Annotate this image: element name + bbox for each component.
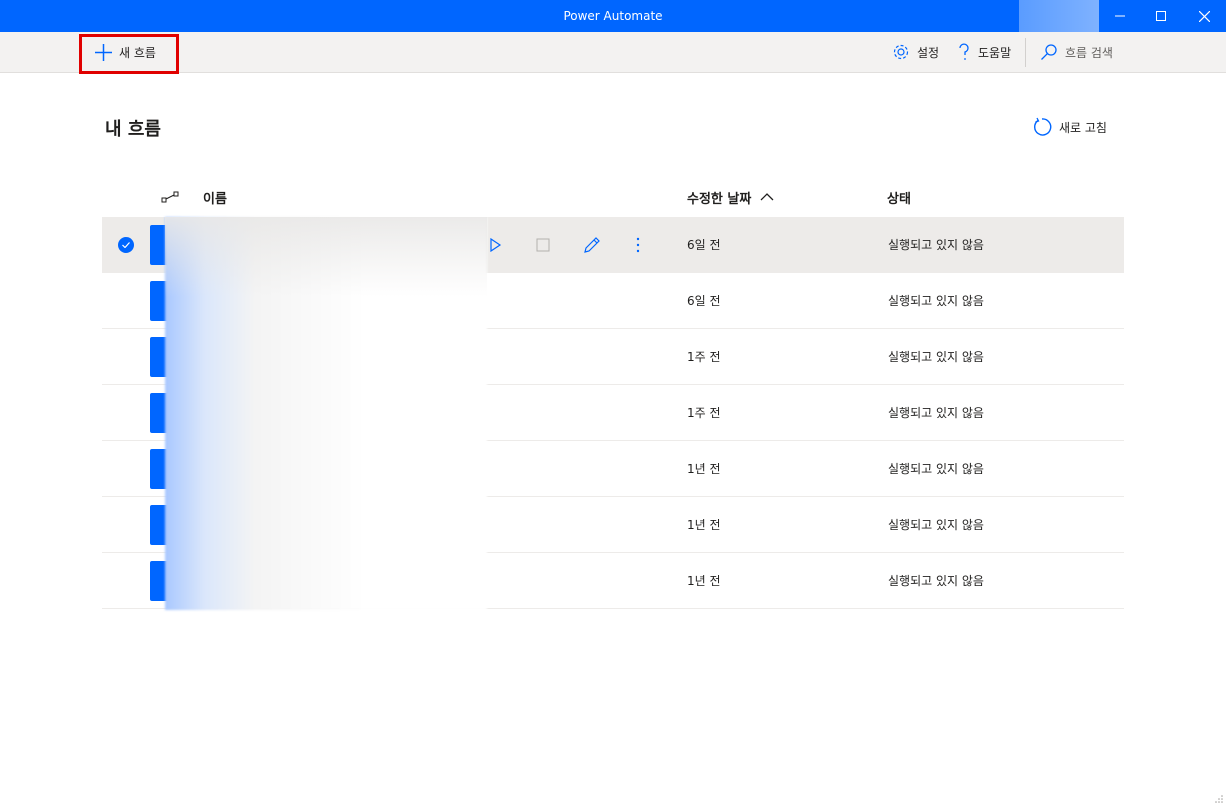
search-flows-input[interactable]: 흐름 검색: [1040, 32, 1113, 72]
status-text: 실행되고 있지 않음: [888, 294, 984, 308]
play-icon: [490, 238, 502, 252]
close-icon: [1198, 10, 1210, 22]
modified-date: 1주 전: [687, 350, 721, 364]
close-button[interactable]: [1183, 0, 1225, 32]
stop-button[interactable]: [536, 217, 550, 273]
status-text: 실행되고 있지 않음: [888, 406, 984, 420]
edit-button[interactable]: [583, 217, 601, 273]
run-button[interactable]: [488, 217, 502, 273]
modified-column-label: 수정한 날짜: [687, 191, 752, 207]
modified-date: 6일 전: [687, 238, 721, 252]
command-bar: 새 흐름 설정 도움말 흐름 검색: [0, 32, 1226, 73]
question-mark-icon: [959, 43, 969, 60]
refresh-label: 새로 고침: [1059, 120, 1107, 135]
page-title: 내 흐름: [105, 119, 161, 140]
flow-type-icon: [161, 191, 179, 203]
settings-label: 설정: [917, 45, 940, 60]
title-bar: Power Automate: [0, 0, 1226, 32]
settings-button[interactable]: 설정: [892, 32, 939, 72]
account-avatar[interactable]: [1019, 0, 1099, 32]
modified-column-header[interactable]: 수정한 날짜: [687, 186, 774, 208]
more-vertical-icon: [636, 237, 640, 253]
modified-date: 6일 전: [687, 294, 721, 308]
gear-icon: [893, 44, 909, 60]
maximize-icon: [1156, 11, 1166, 21]
status-text: 실행되고 있지 않음: [888, 350, 984, 364]
modified-date: 1년 전: [687, 518, 721, 532]
highlight-box: [79, 34, 179, 74]
status-text: 실행되고 있지 않음: [888, 462, 984, 476]
status-text: 실행되고 있지 않음: [888, 518, 984, 532]
redacted-flow-names-overlay: [165, 217, 487, 297]
stop-icon: [536, 238, 550, 252]
status-column-header[interactable]: 상태: [887, 186, 911, 208]
refresh-button[interactable]: 새로 고침: [1032, 116, 1107, 138]
status-text: 실행되고 있지 않음: [888, 574, 984, 588]
pencil-icon: [584, 237, 600, 253]
modified-date: 1주 전: [687, 406, 721, 420]
help-button[interactable]: 도움말: [957, 32, 1011, 72]
help-label: 도움말: [978, 45, 1012, 60]
minimize-icon: [1115, 15, 1125, 17]
resize-grip-icon[interactable]: [1214, 794, 1224, 804]
search-icon: [1041, 44, 1057, 60]
search-placeholder: 흐름 검색: [1065, 45, 1113, 60]
maximize-button[interactable]: [1140, 0, 1182, 32]
modified-date: 1년 전: [687, 462, 721, 476]
minimize-button[interactable]: [1099, 0, 1141, 32]
checkmark-icon: [122, 242, 130, 248]
toolbar-divider: [1025, 38, 1026, 67]
refresh-icon: [1034, 117, 1052, 136]
name-column-header[interactable]: 이름: [203, 186, 227, 208]
more-options-button[interactable]: [636, 217, 640, 273]
sort-ascending-icon: [760, 193, 774, 201]
flow-type-column-header[interactable]: [161, 186, 179, 208]
modified-date: 1년 전: [687, 574, 721, 588]
status-text: 실행되고 있지 않음: [888, 238, 984, 252]
row-selected-checkmark[interactable]: [118, 237, 134, 253]
